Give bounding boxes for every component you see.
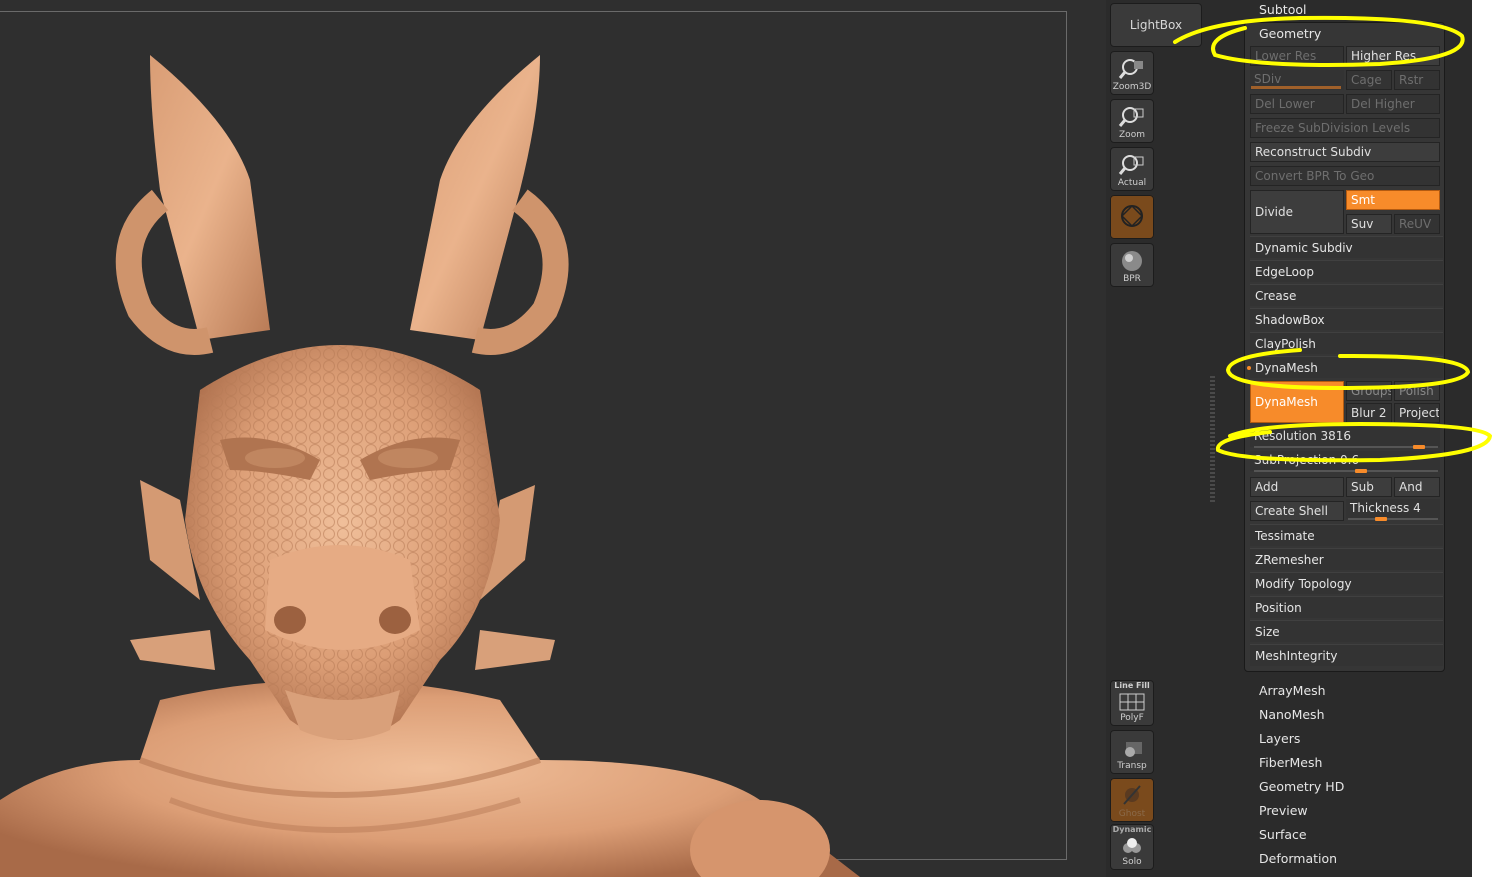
lower-res-button[interactable]: Lower Res: [1250, 46, 1344, 66]
polyf-button[interactable]: Line Fill PolyF: [1110, 680, 1154, 726]
subtool-header[interactable]: Subtool: [1259, 2, 1306, 17]
resolution-slider[interactable]: Resolution 3816: [1250, 427, 1440, 447]
dynamesh-active-dot: [1247, 366, 1251, 370]
polyframe-icon: [1119, 693, 1145, 711]
ghost-icon: [1123, 785, 1141, 805]
transp-label: Transp: [1117, 761, 1147, 771]
dragon-head-model: [0, 55, 860, 877]
deformation-header[interactable]: Deformation: [1259, 851, 1337, 866]
ghost-label: Ghost: [1118, 809, 1146, 819]
lightbox-button[interactable]: LightBox: [1110, 3, 1202, 47]
shadowbox-header[interactable]: ShadowBox: [1250, 308, 1443, 330]
thickness-slider[interactable]: Thickness 4: [1346, 499, 1440, 519]
document-canvas[interactable]: [0, 0, 1106, 877]
dynamic-subdiv-header[interactable]: Dynamic Subdiv: [1250, 236, 1443, 258]
polish-toggle[interactable]: Polish: [1394, 381, 1440, 401]
project-toggle[interactable]: Project: [1394, 403, 1440, 423]
bpr-button[interactable]: BPR: [1110, 243, 1154, 287]
suv-toggle[interactable]: Suv: [1346, 214, 1392, 234]
lightbox-label: LightBox: [1129, 18, 1183, 32]
subprojection-slider[interactable]: SubProjection 0.6: [1250, 451, 1440, 471]
reconstruct-subdiv-button[interactable]: Reconstruct Subdiv: [1250, 142, 1440, 162]
actual-button[interactable]: Actual: [1110, 147, 1154, 191]
higher-res-button[interactable]: Higher Res: [1346, 46, 1440, 66]
layers-header[interactable]: Layers: [1259, 731, 1300, 746]
sub-button[interactable]: Sub: [1346, 477, 1392, 497]
sphere-icon: [1122, 251, 1142, 271]
add-button[interactable]: Add: [1250, 477, 1344, 497]
resolution-slider-track: [1254, 446, 1438, 448]
tessimate-header[interactable]: Tessimate: [1250, 524, 1443, 546]
subprojection-slider-knob[interactable]: [1355, 469, 1367, 473]
panel-scroll-handle[interactable]: [1210, 376, 1215, 504]
zremesher-header[interactable]: ZRemesher: [1250, 548, 1443, 570]
dynamic-title: Dynamic: [1112, 825, 1152, 834]
ghost-button[interactable]: Ghost: [1110, 778, 1154, 822]
zoom3d-label: Zoom3D: [1112, 82, 1152, 92]
size-header[interactable]: Size: [1250, 620, 1443, 642]
claypolish-header[interactable]: ClayPolish: [1250, 332, 1443, 354]
zoom-button[interactable]: Zoom: [1110, 99, 1154, 143]
fibermesh-header[interactable]: FiberMesh: [1259, 755, 1322, 770]
create-shell-button[interactable]: Create Shell: [1250, 501, 1344, 521]
geometry-header[interactable]: Geometry: [1259, 26, 1321, 41]
perspective-button[interactable]: [1110, 195, 1154, 239]
transparency-icon: [1125, 742, 1142, 757]
and-button[interactable]: And: [1394, 477, 1440, 497]
linefill-title: Line Fill: [1114, 681, 1150, 690]
dynamesh-button[interactable]: DynaMesh: [1250, 381, 1344, 423]
sdiv-slider-track: [1251, 86, 1341, 89]
cage-button[interactable]: Cage: [1346, 70, 1392, 90]
solo-icon: [1123, 838, 1141, 853]
actual-icon: [1118, 155, 1144, 175]
window-edge: [1472, 0, 1492, 877]
subprojection-slider-track: [1254, 470, 1438, 472]
meshintegrity-header[interactable]: MeshIntegrity: [1250, 644, 1443, 666]
surface-header[interactable]: Surface: [1259, 827, 1307, 842]
geometry-hd-header[interactable]: Geometry HD: [1259, 779, 1344, 794]
solo-label: Solo: [1122, 857, 1142, 867]
preview-header[interactable]: Preview: [1259, 803, 1308, 818]
right-shelf: LightBox Zoom3D Zoom Actual BPR Line Fil…: [1106, 0, 1242, 877]
transp-button[interactable]: Transp: [1110, 730, 1154, 774]
dynamesh-header[interactable]: DynaMesh: [1247, 356, 1443, 378]
actual-label: Actual: [1117, 178, 1147, 188]
solo-button[interactable]: Dynamic Solo: [1110, 824, 1154, 870]
resolution-slider-knob[interactable]: [1413, 445, 1425, 449]
blur-slider[interactable]: Blur 2: [1346, 403, 1392, 423]
modify-topology-header[interactable]: Modify Topology: [1250, 572, 1443, 594]
position-header[interactable]: Position: [1250, 596, 1443, 618]
thickness-slider-knob[interactable]: [1375, 517, 1387, 521]
zoom-icon: [1118, 107, 1144, 127]
arraymesh-header[interactable]: ArrayMesh: [1259, 683, 1326, 698]
del-lower-button[interactable]: Del Lower: [1250, 94, 1344, 114]
thickness-slider-track: [1348, 518, 1438, 520]
perspective-icon: [1120, 204, 1144, 228]
reuv-button[interactable]: ReUV: [1394, 214, 1440, 234]
rstr-button[interactable]: Rstr: [1394, 70, 1440, 90]
zoom3d-icon: [1118, 59, 1143, 79]
crease-header[interactable]: Crease: [1250, 284, 1443, 306]
smt-toggle[interactable]: Smt: [1346, 190, 1440, 210]
dynamesh-header-label: DynaMesh: [1255, 361, 1318, 375]
freeze-subdivision-button[interactable]: Freeze SubDivision Levels: [1250, 118, 1440, 138]
polyf-label: PolyF: [1120, 713, 1144, 723]
tool-panel: Subtool Geometry Lower Res Higher Res SD…: [1242, 0, 1472, 877]
zoom-label: Zoom: [1119, 130, 1145, 140]
bpr-label: BPR: [1123, 274, 1141, 284]
del-higher-button[interactable]: Del Higher: [1346, 94, 1440, 114]
groups-toggle[interactable]: Groups: [1346, 381, 1392, 401]
zoom3d-button[interactable]: Zoom3D: [1110, 51, 1154, 95]
nanomesh-header[interactable]: NanoMesh: [1259, 707, 1325, 722]
edgeloop-header[interactable]: EdgeLoop: [1250, 260, 1443, 282]
convert-bpr-button[interactable]: Convert BPR To Geo: [1250, 166, 1440, 186]
divide-button[interactable]: Divide: [1250, 190, 1344, 234]
